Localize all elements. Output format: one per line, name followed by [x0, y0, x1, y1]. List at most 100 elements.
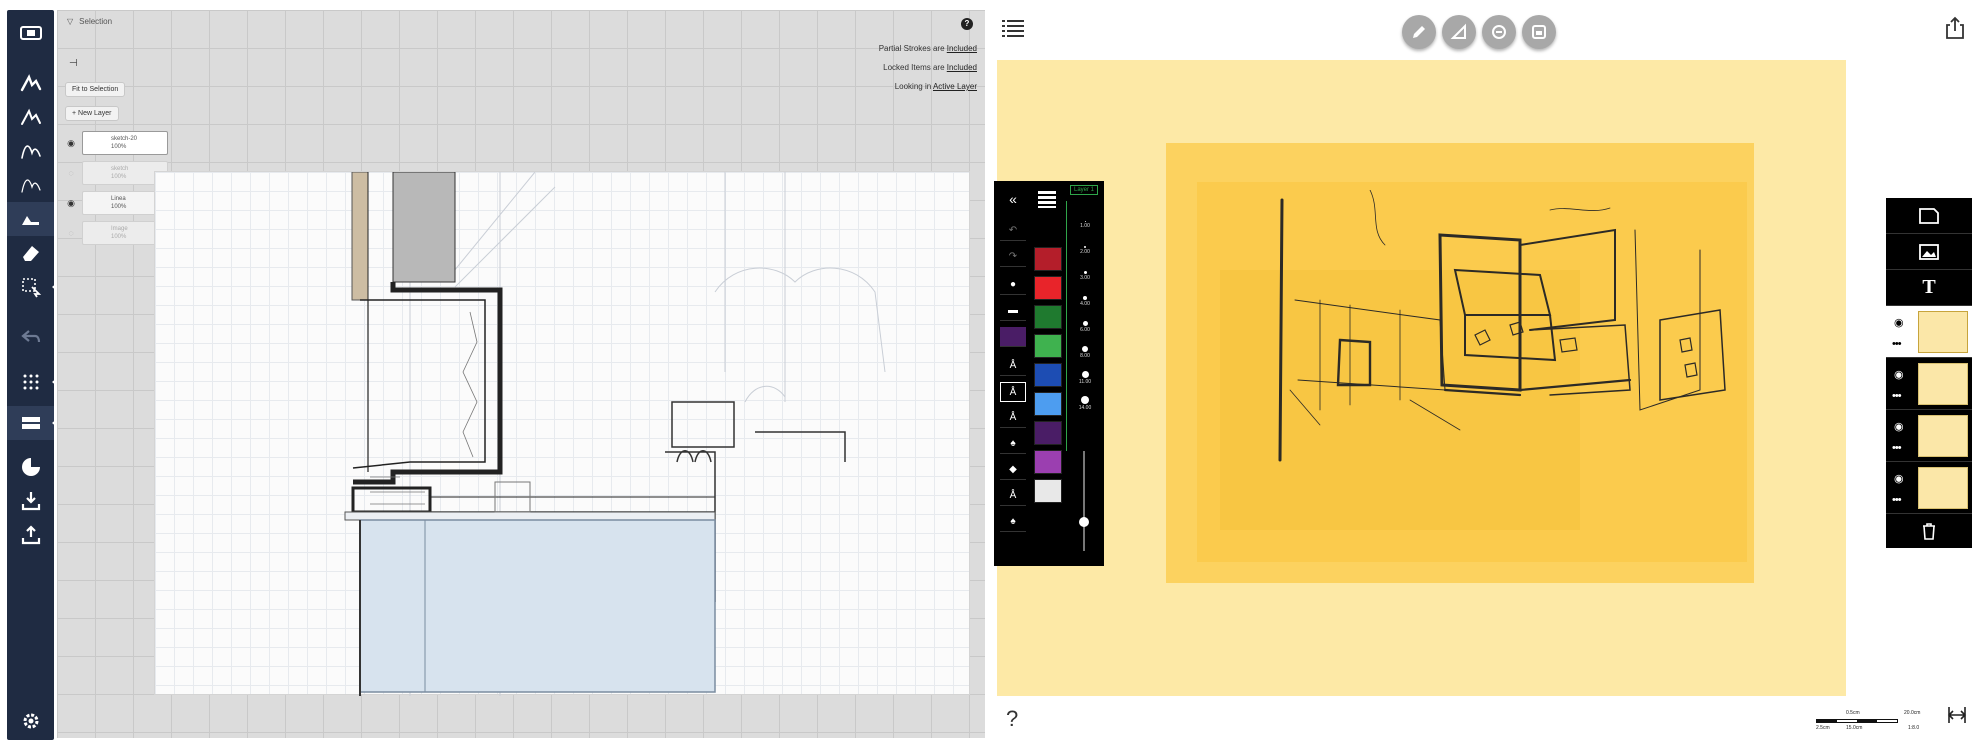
new-page-icon[interactable]: [1886, 198, 1972, 234]
eye-icon[interactable]: ◉: [65, 198, 77, 209]
more-icon[interactable]: •••: [1892, 338, 1902, 350]
swatch-grid-icon[interactable]: [1036, 189, 1058, 209]
brush-size-option[interactable]: 8.00: [1068, 346, 1102, 359]
layer-thumbnail-row[interactable]: ◉ •••: [1886, 306, 1972, 358]
notice-link[interactable]: Included: [947, 63, 977, 72]
pen-2-icon[interactable]: [7, 100, 54, 134]
color-swatch[interactable]: [1034, 305, 1062, 329]
pen-3-icon[interactable]: [7, 134, 54, 168]
pencil-icon: [1413, 26, 1425, 38]
export-icon[interactable]: [7, 518, 54, 552]
layers-panel: T ◉ ••• ◉ ••• ◉ ••• ◉ •••: [1886, 198, 1972, 548]
ruler-tool-button[interactable]: [1442, 15, 1476, 49]
technical-pen-icon[interactable]: Å: [1000, 382, 1026, 402]
notice-link[interactable]: Active Layer: [933, 82, 977, 91]
layer-thumbnail: [1918, 363, 1968, 405]
import-icon[interactable]: [7, 484, 54, 518]
more-icon[interactable]: •••: [1892, 390, 1902, 402]
color-swatch[interactable]: [1034, 421, 1062, 445]
more-icon[interactable]: •••: [1892, 494, 1902, 506]
document-list-icon[interactable]: [1002, 18, 1024, 38]
fountain-pen-icon[interactable]: Å: [1000, 486, 1026, 506]
color-swatch[interactable]: [1034, 334, 1062, 358]
color-swatch[interactable]: [1034, 247, 1062, 271]
color-swatch[interactable]: [1034, 392, 1062, 416]
pen-4-icon[interactable]: [7, 168, 54, 202]
opacity-slider-thumb[interactable]: [1079, 517, 1089, 527]
layer-row[interactable]: ◉ sketch-20 100%: [65, 130, 173, 156]
settings-icon[interactable]: [7, 704, 54, 738]
layer-thumbnail-row[interactable]: ◉ •••: [1886, 410, 1972, 462]
insert-image-icon[interactable]: [1886, 234, 1972, 270]
brush-size-label: 14.00: [1078, 405, 1092, 411]
eye-icon[interactable]: ◉: [1894, 368, 1904, 381]
brush-size-option[interactable]: 11.00: [1068, 371, 1102, 385]
brush-size-option[interactable]: 14.00: [1068, 396, 1102, 411]
layer-thumbnail-row[interactable]: ◉ •••: [1886, 358, 1972, 410]
left-canvas[interactable]: ▽ Selection ? ⊣ Partial Strokes are Incl…: [57, 10, 985, 738]
redo-icon[interactable]: ↷: [1000, 247, 1026, 267]
color-palette-icon[interactable]: [7, 450, 54, 484]
selection-tool-icon[interactable]: [7, 270, 58, 304]
brush-size-option[interactable]: 2.00: [1068, 246, 1102, 255]
eye-hidden-icon[interactable]: ◌: [65, 168, 77, 178]
collapse-chevron-icon[interactable]: «: [1000, 189, 1026, 209]
brush-icon[interactable]: ♠: [1000, 512, 1026, 532]
eye-hidden-icon[interactable]: ◌: [65, 228, 77, 238]
brush-size-dot: [1082, 346, 1088, 352]
help-button[interactable]: ?: [1006, 706, 1018, 732]
grid-icon[interactable]: [7, 365, 58, 399]
film-icon[interactable]: [7, 16, 54, 50]
color-swatch[interactable]: [1034, 363, 1062, 387]
notice-partial-strokes: Partial Strokes are Included: [879, 44, 977, 53]
new-layer-button[interactable]: + New Layer: [65, 106, 119, 121]
architectural-drawing[interactable]: [154, 171, 970, 696]
ink-brush-icon[interactable]: ♠: [1000, 434, 1026, 454]
brush-size-option[interactable]: 1.00: [1068, 221, 1102, 229]
line-brush-icon[interactable]: ▬: [1000, 301, 1026, 321]
pencil-brush-icon[interactable]: Å: [1000, 356, 1026, 376]
brush-size-dot: [1082, 321, 1088, 326]
scale-label: 20.0cm: [1904, 710, 1921, 716]
color-swatch[interactable]: [1034, 276, 1062, 300]
eye-icon[interactable]: ◉: [1894, 316, 1904, 329]
color-swatch[interactable]: [1034, 450, 1062, 474]
fit-to-screen-icon[interactable]: [1946, 704, 1968, 726]
more-icon[interactable]: •••: [1892, 442, 1902, 454]
pen-5-icon[interactable]: [7, 202, 54, 236]
brush-size-option[interactable]: 3.00: [1068, 271, 1102, 281]
layer-tab[interactable]: Layer 1: [1070, 185, 1098, 195]
brush-size-option[interactable]: 6.00: [1068, 321, 1102, 333]
color-preview-icon[interactable]: [1000, 327, 1026, 347]
pencil-tool-button[interactable]: [1402, 15, 1436, 49]
pen-palette-panel: « ↶ ↷ ● ▬ Å Å Å ♠ ◆ Å ♠ Layer 1 1.00 2.00…: [994, 181, 1104, 566]
trash-icon[interactable]: [1886, 514, 1972, 548]
eraser-icon[interactable]: ◆: [1000, 460, 1026, 480]
brush-size-option[interactable]: 4.00: [1068, 296, 1102, 307]
undo-icon[interactable]: ↶: [1000, 221, 1026, 241]
notice-link[interactable]: Included: [947, 44, 977, 53]
marker-brush-icon[interactable]: Å: [1000, 408, 1026, 428]
stamp-tool-button[interactable]: [1482, 15, 1516, 49]
eraser-icon[interactable]: [7, 236, 54, 270]
selection-label: Selection: [79, 17, 113, 26]
undo-icon[interactable]: [7, 320, 54, 354]
layer-thumbnail-row[interactable]: ◉ •••: [1886, 462, 1972, 514]
color-swatch[interactable]: [1034, 479, 1062, 503]
layer-image-tool-button[interactable]: [1522, 15, 1556, 49]
text-icon[interactable]: T: [1886, 270, 1972, 306]
brush-size-dot: [1081, 371, 1089, 378]
layer-card[interactable]: sketch-20 100%: [82, 131, 168, 155]
opacity-slider-track[interactable]: [1083, 451, 1085, 551]
fit-to-selection-button[interactable]: Fit to Selection: [65, 82, 126, 97]
eye-icon[interactable]: ◉: [65, 138, 77, 149]
layers-icon[interactable]: [7, 406, 58, 440]
pen-1-icon[interactable]: [7, 66, 54, 100]
notice-locked-items: Locked Items are Included: [883, 63, 977, 72]
help-icon[interactable]: ?: [961, 18, 973, 30]
share-icon[interactable]: [1944, 16, 1966, 40]
eye-icon[interactable]: ◉: [1894, 420, 1904, 433]
dot-brush-icon[interactable]: ●: [1000, 275, 1026, 295]
pin-icon[interactable]: ⊣: [69, 58, 78, 69]
eye-icon[interactable]: ◉: [1894, 472, 1904, 485]
